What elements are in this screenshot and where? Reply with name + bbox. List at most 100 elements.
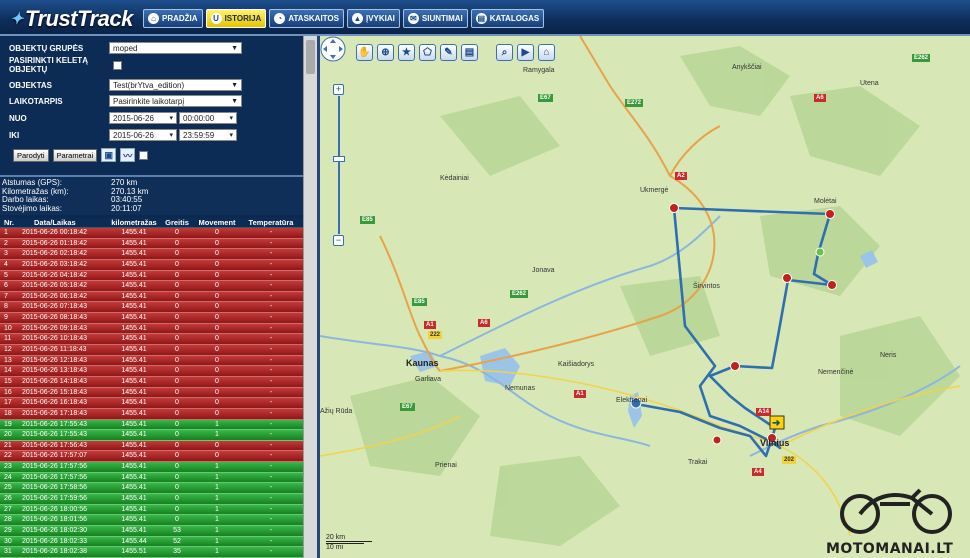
play-icon[interactable]: ▶ [517, 44, 534, 61]
app-logo[interactable]: ✦ TrustTrack [10, 6, 133, 32]
table-header: Nr. Data/Laikas kilometražas Greitis Mov… [0, 218, 303, 228]
table-row[interactable]: 14 2015-06-26 13:18:43 1455.41 0 0 - [0, 366, 303, 377]
spinner-icon: ▾ [169, 132, 173, 139]
table-row[interactable]: 2 2015-06-26 01:18:42 1455.41 0 0 - [0, 238, 303, 250]
params-button[interactable]: Parametrai [52, 148, 98, 162]
column-header[interactable]: Data/Laikas [22, 218, 106, 227]
table-row[interactable]: 19 2015-06-26 17:55:43 1455.41 0 1 - [0, 419, 303, 431]
table-row[interactable]: 10 2015-06-26 09:18:43 1455.41 0 0 - [0, 323, 303, 335]
table-cell-nr: 13 [4, 356, 12, 364]
table-cell-dt: 2015-06-26 18:02:33 [22, 537, 87, 545]
table-row[interactable]: 6 2015-06-26 05:18:42 1455.41 0 0 - [0, 281, 303, 292]
table-row[interactable]: 13 2015-06-26 12:18:43 1455.41 0 0 - [0, 355, 303, 367]
nav-ataskaitos-button[interactable]: ◔ ATASKAITOS [269, 9, 344, 28]
table-cell-mov: 0 [215, 388, 219, 396]
table-row[interactable]: 26 2015-06-26 17:59:56 1455.41 0 1 - [0, 494, 303, 505]
column-header[interactable]: kilometražas [106, 218, 162, 227]
column-header[interactable]: Nr. [0, 218, 22, 227]
table-cell-mov: 0 [215, 335, 219, 343]
table-row[interactable]: 23 2015-06-26 17:57:56 1455.41 0 1 - [0, 462, 303, 473]
object-select[interactable]: Test(brYtva_edition) ▼ [109, 79, 242, 91]
table-row[interactable]: 12 2015-06-26 11:18:43 1455.41 0 0 - [0, 345, 303, 356]
table-row[interactable]: 16 2015-06-26 15:18:43 1455.41 0 0 - [0, 387, 303, 399]
table-cell-dt: 2015-06-26 10:18:43 [22, 335, 87, 343]
nav-istorija-button[interactable]: U ISTORIJA [205, 9, 267, 28]
table-cell-temp: - [269, 484, 273, 492]
zoom-slider-handle[interactable] [333, 156, 345, 162]
zoom-in-tool-icon[interactable]: ⊕ [377, 44, 394, 61]
table-row[interactable]: 21 2015-06-26 17:56:43 1455.41 0 0 - [0, 440, 303, 452]
table-row[interactable]: 25 2015-06-26 17:58:56 1455.41 0 1 - [0, 483, 303, 495]
chart-icon[interactable]: 〰 [120, 148, 136, 162]
period-row: LAIKOTARPIS Pasirinkite laikotarpį ▼ [9, 95, 242, 107]
nav-pradzia-button[interactable]: ⌂ PRADŽIA [143, 9, 203, 28]
zoom-out-icon[interactable]: − [333, 235, 344, 246]
table-row[interactable]: 11 2015-06-26 10:18:43 1455.41 0 0 - [0, 334, 303, 346]
search-tool-icon[interactable]: ⌕ [496, 44, 513, 61]
nav-ivykiai-button[interactable]: ▲ ĮVYKIAI [346, 9, 400, 28]
table-row[interactable]: 9 2015-06-26 08:18:43 1455.41 0 0 - [0, 313, 303, 324]
table-body: 1 2015-06-26 00:18:42 1455.41 0 0-2 2015-06-2… [0, 228, 303, 558]
table-scrollbar[interactable] [303, 36, 317, 558]
to-time-input[interactable]: 23:59:59 ▾ [179, 129, 237, 141]
period-select[interactable]: Pasirinkite laikotarpį ▼ [109, 95, 242, 107]
from-label: NUO [9, 113, 27, 123]
nav-katalogas-button[interactable]: ▤ KATALOGAS [470, 9, 545, 28]
table-row[interactable]: 8 2015-06-26 07:18:43 1455.41 0 0 - [0, 302, 303, 314]
table-row[interactable]: 4 2015-06-26 03:18:42 1455.41 0 0 - [0, 259, 303, 271]
from-time-input[interactable]: 00:00:00 ▾ [179, 112, 237, 124]
table-row[interactable]: 31 2015-06-26 18:02:38 1455.51 35 1 - [0, 547, 303, 558]
table-row[interactable]: 20 2015-06-26 17:55:43 1455.41 0 1 - [0, 430, 303, 441]
map-view[interactable]: ➜ Ramygala Anykščiai Utena Kėdainiai Ukm… [320, 36, 970, 558]
table-cell-km: 1455.41 [121, 367, 147, 375]
polygon-icon[interactable]: ⬠ [419, 44, 436, 61]
table-cell-temp: - [269, 271, 273, 279]
table-cell-temp: - [269, 377, 273, 385]
table-row[interactable]: 27 2015-06-26 18:00:56 1455.41 0 1 - [0, 504, 303, 516]
table-row[interactable]: 15 2015-06-26 14:18:43 1455.41 0 0 - [0, 376, 303, 388]
table-cell-mov: 1 [215, 516, 219, 524]
edit-icon[interactable]: ✎ [440, 44, 457, 61]
catalog-icon: ▤ [475, 13, 487, 24]
show-button[interactable]: Parodyti [13, 148, 49, 162]
table-row[interactable]: 1 2015-06-26 00:18:42 1455.41 0 0 - [0, 228, 303, 239]
zoom-track[interactable] [338, 96, 340, 234]
pan-hand-icon[interactable]: ✋ [356, 44, 373, 61]
nav-label: ĮVYKIAI [365, 14, 395, 23]
table-cell-dt: 2015-06-26 18:02:38 [22, 548, 87, 556]
table-row[interactable]: 30 2015-06-26 18:02:33 1455.44 52 1 - [0, 536, 303, 548]
favorite-icon[interactable]: ★ [398, 44, 415, 61]
print-icon[interactable]: ▤ [461, 44, 478, 61]
column-header[interactable]: Temperatūra [242, 218, 300, 227]
print-icon[interactable]: ▣ [101, 148, 117, 162]
table-cell-nr: 18 [4, 409, 12, 417]
place-label: Neris [880, 352, 897, 359]
column-header[interactable]: Greitis [162, 218, 192, 227]
table-row[interactable]: 7 2015-06-26 06:18:42 1455.41 0 0 - [0, 291, 303, 303]
table-row[interactable]: 5 2015-06-26 04:18:42 1455.41 0 0 - [0, 270, 303, 282]
multi-checkbox[interactable] [113, 60, 122, 70]
place-label: Ažių Rūda [320, 408, 353, 415]
table-cell-nr: 15 [4, 377, 12, 385]
table-row[interactable]: 24 2015-06-26 17:57:56 1455.41 0 1 - [0, 472, 303, 484]
table-row[interactable]: 17 2015-06-26 16:18:43 1455.41 0 0 - [0, 398, 303, 409]
to-date-input[interactable]: 2015-06-26 ▾ [109, 129, 177, 141]
table-row[interactable]: 22 2015-06-26 17:57:07 1455.41 0 0 - [0, 451, 303, 463]
table-row[interactable]: 29 2015-06-26 18:02:30 1455.41 53 1 - [0, 525, 303, 537]
zoom-in-icon[interactable]: + [333, 84, 344, 95]
table-row[interactable]: 28 2015-06-26 18:01:56 1455.41 0 1 - [0, 515, 303, 526]
option-checkbox[interactable] [139, 150, 149, 160]
map-canvas: ➜ [320, 36, 961, 546]
table-row[interactable]: 18 2015-06-26 17:18:43 1455.41 0 0 - [0, 408, 303, 420]
group-select[interactable]: moped ▼ [109, 42, 242, 54]
map-scale: 20 km 10 mi [326, 534, 372, 551]
home-map-icon[interactable]: ⌂ [538, 44, 555, 61]
table-cell-temp: - [269, 335, 273, 343]
table-row[interactable]: 3 2015-06-26 02:18:42 1455.41 0 0 - [0, 249, 303, 260]
scrollbar-thumb[interactable] [306, 40, 315, 74]
city-label-vilnius: Vilnius [760, 438, 790, 448]
column-header[interactable]: Movement [192, 218, 242, 227]
nav-siuntimai-button[interactable]: ✉ SIUNTIMAI [402, 9, 468, 28]
pan-control[interactable] [320, 36, 346, 62]
from-date-input[interactable]: 2015-06-26 ▾ [109, 112, 177, 124]
